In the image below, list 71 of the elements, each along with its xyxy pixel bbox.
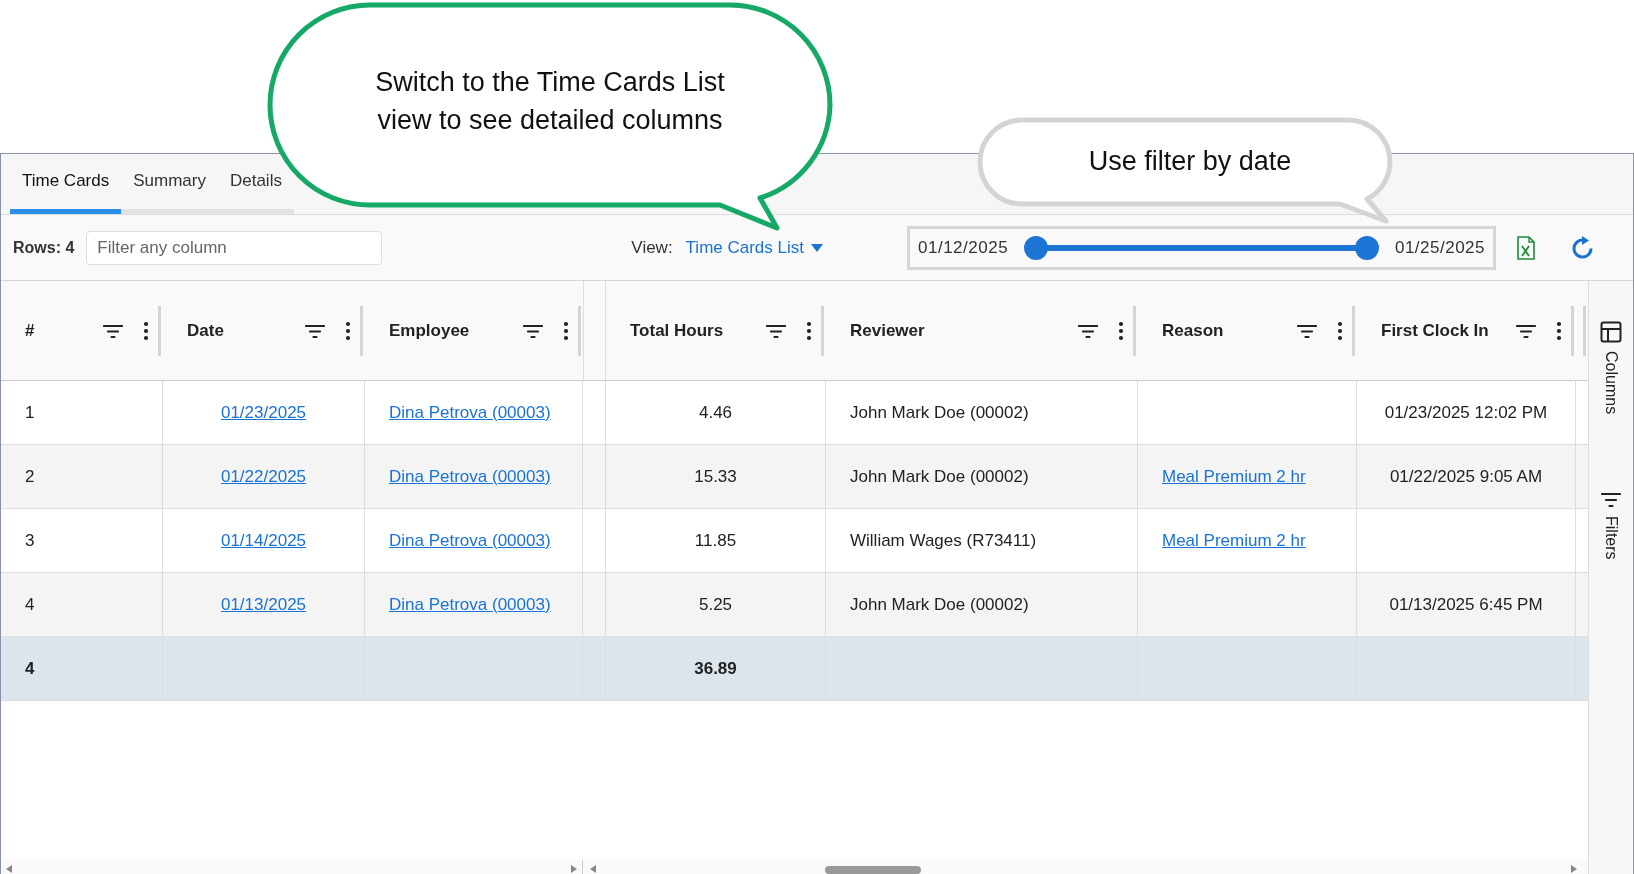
filter-icon[interactable] [305,322,325,339]
column-header[interactable]: Date [187,317,285,344]
table-cell: 36.89 [694,658,737,679]
spreadsheet-icon[interactable] [1516,235,1536,260]
more-options-icon[interactable] [563,320,569,341]
table-cell: 1 [25,402,35,423]
range-start-date: 01/12/2025 [918,237,1009,258]
scrollbar-thumb[interactable] [825,866,921,874]
table-link[interactable]: Meal Premium 2 hr [1162,530,1306,551]
table-link[interactable]: 01/14/2025 [220,530,307,551]
more-options-icon[interactable] [1118,320,1124,341]
table-cell: 4.46 [698,402,733,423]
column-header[interactable]: Total Hours [630,317,746,344]
callout-text: Switch to the Time Cards List view to see detailed columns [374,66,726,137]
filter-icon[interactable] [523,322,543,339]
date-range-filter[interactable]: 01/12/2025 01/25/2025 [907,225,1496,270]
table-link[interactable]: Dina Petrova (00003) [389,402,551,423]
table-link[interactable]: Dina Petrova (00003) [389,594,551,615]
refresh-icon[interactable] [1571,235,1595,260]
table-cell: 2 [25,466,35,487]
scroll-right-icon[interactable] [570,864,578,874]
table-cell: John Mark Doe (00002) [850,466,1029,487]
table-cell: 01/13/2025 6:45 PM [1389,594,1543,615]
more-options-icon[interactable] [1337,320,1343,341]
more-options-icon[interactable] [1556,320,1562,341]
columns-icon[interactable] [1600,321,1622,343]
table-cell: John Mark Doe (00002) [850,402,1029,423]
column-header[interactable]: Employee [389,317,503,344]
more-options-icon[interactable] [806,320,812,341]
column-header[interactable]: First Clock In [1381,317,1496,344]
scroll-left-icon[interactable] [589,864,597,874]
table-cell: 4 [25,594,35,615]
slider-thumb[interactable] [1354,235,1379,260]
row-count: Rows: 4 [13,238,75,257]
table-cell: 11.85 [694,530,737,551]
view-label: View: [631,237,673,258]
table-cell: 3 [25,530,35,551]
more-options-icon[interactable] [345,320,351,341]
filter-icon[interactable] [1516,322,1536,339]
table-cell: 5.25 [698,594,733,615]
callout-text: Use filter by date [1087,145,1293,178]
table-cell: 01/23/2025 12:02 PM [1384,402,1548,423]
caret-icon [810,241,824,254]
table-cell: 4 [25,658,35,679]
table-link[interactable]: 01/13/2025 [220,594,307,615]
side-tab[interactable]: Filters [1602,516,1620,560]
scroll-left-icon[interactable] [5,864,13,874]
slider-thumb[interactable] [1024,235,1049,260]
filter-icon[interactable] [1601,492,1621,509]
table-link[interactable]: 01/22/2025 [220,466,307,487]
column-header[interactable]: # [25,317,83,344]
table-cell: 01/22/2025 9:05 AM [1389,466,1543,487]
filter-icon[interactable] [103,322,123,339]
column-header[interactable]: Reviewer [850,317,1058,344]
table-cell: John Mark Doe (00002) [850,594,1029,615]
table-cell: William Wages (R73411) [850,530,1037,551]
filter-icon[interactable] [1078,322,1098,339]
table-cell: 15.33 [694,466,737,487]
table-link[interactable]: Dina Petrova (00003) [389,466,551,487]
table-link[interactable]: Meal Premium 2 hr [1162,466,1306,487]
more-options-icon[interactable] [143,320,149,341]
scroll-right-icon[interactable] [1570,864,1578,874]
column-header[interactable]: Reason [1162,317,1277,344]
filter-icon[interactable] [766,322,786,339]
filter-icon[interactable] [1297,322,1317,339]
table-link[interactable]: 01/23/2025 [220,402,307,423]
filter-field[interactable]: Filter any column [86,230,383,265]
table-link[interactable]: Dina Petrova (00003) [389,530,551,551]
side-tab[interactable]: Columns [1602,351,1620,415]
view-dropdown[interactable]: Time Cards List [685,237,824,258]
range-end-date: 01/25/2025 [1394,237,1485,258]
